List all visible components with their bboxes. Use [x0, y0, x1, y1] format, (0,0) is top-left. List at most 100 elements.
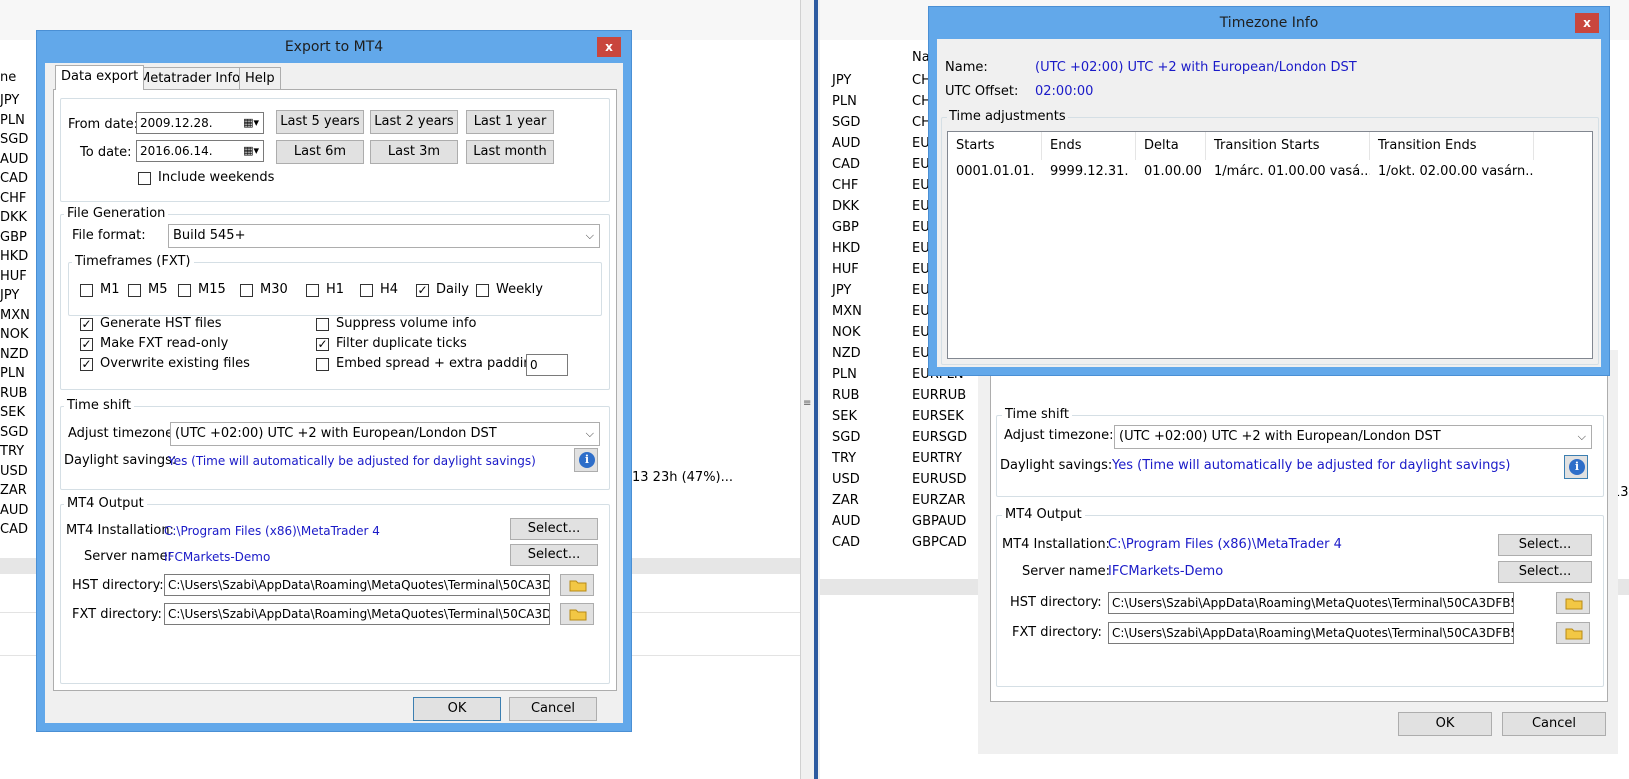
- left-list-row[interactable]: JPY: [0, 288, 19, 303]
- last-6m-button[interactable]: Last 6m: [276, 140, 364, 164]
- select-install-button[interactable]: Select...: [510, 518, 598, 540]
- right-list-symbol[interactable]: JPY: [832, 73, 851, 88]
- behind-adjust-tz-combo[interactable]: (UTC +02:00) UTC +2 with European/London…: [1114, 425, 1592, 449]
- right-list-symbol[interactable]: PLN: [832, 94, 857, 109]
- to-date-picker[interactable]: 2016.06.14. ▦▾: [136, 140, 264, 162]
- hst-browse-button[interactable]: [560, 574, 594, 596]
- right-list-symbol[interactable]: MXN: [832, 304, 862, 319]
- left-list-row[interactable]: PLN: [0, 113, 25, 128]
- right-list-name[interactable]: EURSGD: [912, 430, 967, 445]
- behind-fxt-input[interactable]: C:\Users\Szabi\AppData\Roaming\MetaQuote…: [1108, 622, 1514, 644]
- timezone-close-button[interactable]: x: [1575, 13, 1599, 33]
- padding-input[interactable]: 0: [526, 354, 568, 376]
- option-checkbox[interactable]: ✓: [80, 318, 93, 331]
- right-list-symbol[interactable]: ZAR: [832, 493, 859, 508]
- option-checkbox[interactable]: ✓: [80, 338, 93, 351]
- tz-col-starts[interactable]: Starts: [948, 132, 1042, 160]
- right-list-symbol[interactable]: PLN: [832, 367, 857, 382]
- last-month-button[interactable]: Last month: [466, 140, 554, 164]
- option-checkbox[interactable]: [316, 318, 329, 331]
- right-list-name[interactable]: EURRUB: [912, 388, 966, 403]
- file-format-combo[interactable]: Build 545+ ⌵: [168, 224, 600, 248]
- tz-row-transition-ends[interactable]: 1/okt. 02.00.00 vasárn...: [1370, 162, 1534, 182]
- right-list-symbol[interactable]: RUB: [832, 388, 859, 403]
- include-weekends-checkbox[interactable]: [138, 172, 151, 185]
- right-list-symbol[interactable]: CAD: [832, 535, 860, 550]
- right-list-symbol[interactable]: TRY: [832, 451, 856, 466]
- left-list-row[interactable]: TRY: [0, 444, 24, 459]
- behind-hst-browse-button[interactable]: [1556, 592, 1590, 614]
- right-list-symbol[interactable]: HUF: [832, 262, 859, 277]
- left-list-row[interactable]: USD: [0, 464, 28, 479]
- right-list-name[interactable]: GBPCAD: [912, 535, 967, 550]
- last-2-years-button[interactable]: Last 2 years: [370, 110, 458, 134]
- tab-metatrader-info[interactable]: Metatrader Info: [133, 67, 247, 90]
- right-list-symbol[interactable]: SEK: [832, 409, 857, 424]
- right-list-name[interactable]: EURZAR: [912, 493, 966, 508]
- right-list-name[interactable]: EURSEK: [912, 409, 964, 424]
- right-list-symbol[interactable]: SGD: [832, 430, 860, 445]
- right-list-symbol[interactable]: SGD: [832, 115, 860, 130]
- right-list-symbol[interactable]: NOK: [832, 325, 860, 340]
- behind-cancel-button[interactable]: Cancel: [1502, 712, 1606, 736]
- tz-col-delta[interactable]: Delta: [1136, 132, 1206, 160]
- behind-select-install-button[interactable]: Select...: [1498, 534, 1592, 556]
- left-list-row[interactable]: SEK: [0, 405, 25, 420]
- left-list-row[interactable]: NZD: [0, 347, 29, 362]
- hst-input[interactable]: C:\Users\Szabi\AppData\Roaming\MetaQuote…: [164, 574, 550, 596]
- export-close-button[interactable]: x: [597, 37, 621, 57]
- left-list-row[interactable]: SGD: [0, 132, 28, 147]
- right-list-symbol[interactable]: AUD: [832, 514, 860, 529]
- tz-row-transition-starts[interactable]: 1/márc. 01.00.00 vasá...: [1206, 162, 1370, 182]
- left-list-row[interactable]: GBP: [0, 230, 27, 245]
- right-list-symbol[interactable]: CAD: [832, 157, 860, 172]
- left-list-row[interactable]: HUF: [0, 269, 27, 284]
- timeframe-checkbox-m1[interactable]: [80, 284, 93, 297]
- timeframe-checkbox-daily[interactable]: ✓: [416, 284, 429, 297]
- left-list-row[interactable]: AUD: [0, 503, 28, 518]
- last-1-year-button[interactable]: Last 1 year: [466, 110, 554, 134]
- right-list-symbol[interactable]: USD: [832, 472, 860, 487]
- tab-data-export[interactable]: Data export: [55, 65, 145, 90]
- right-list-name[interactable]: EURUSD: [912, 472, 967, 487]
- timeframe-checkbox-m5[interactable]: [128, 284, 141, 297]
- timeframe-checkbox-h1[interactable]: [306, 284, 319, 297]
- right-list-name[interactable]: EURTRY: [912, 451, 962, 466]
- right-list-symbol[interactable]: DKK: [832, 199, 859, 214]
- left-list-row[interactable]: CHF: [0, 191, 26, 206]
- last-3m-button[interactable]: Last 3m: [370, 140, 458, 164]
- behind-hst-input[interactable]: C:\Users\Szabi\AppData\Roaming\MetaQuote…: [1108, 592, 1514, 614]
- left-list-row[interactable]: MXN: [0, 308, 30, 323]
- behind-fxt-browse-button[interactable]: [1556, 622, 1590, 644]
- behind-select-server-button[interactable]: Select...: [1498, 561, 1592, 583]
- timeframe-checkbox-weekly[interactable]: [476, 284, 489, 297]
- tz-row-starts[interactable]: 0001.01.01.: [948, 162, 1042, 182]
- tz-row-delta[interactable]: 01.00.00: [1136, 162, 1206, 182]
- right-list-name[interactable]: GBPAUD: [912, 514, 966, 529]
- tz-adjust-listview[interactable]: Starts Ends Delta Transition Starts Tran…: [947, 131, 1593, 359]
- right-list-symbol[interactable]: CHF: [832, 178, 858, 193]
- ok-button[interactable]: OK: [413, 697, 501, 721]
- left-list-row[interactable]: DKK: [0, 210, 27, 225]
- left-list-row[interactable]: NOK: [0, 327, 28, 342]
- right-list-symbol[interactable]: JPY: [832, 283, 851, 298]
- right-list-symbol[interactable]: NZD: [832, 346, 861, 361]
- fxt-input[interactable]: C:\Users\Szabi\AppData\Roaming\MetaQuote…: [164, 603, 550, 625]
- cancel-button[interactable]: Cancel: [509, 697, 597, 721]
- timeframe-checkbox-h4[interactable]: [360, 284, 373, 297]
- left-list-row[interactable]: SGD: [0, 425, 28, 440]
- fxt-browse-button[interactable]: [560, 603, 594, 625]
- tz-col-transition-starts[interactable]: Transition Starts: [1206, 132, 1370, 160]
- tz-row-ends[interactable]: 9999.12.31.: [1042, 162, 1136, 182]
- last-5-years-button[interactable]: Last 5 years: [276, 110, 364, 134]
- option-checkbox[interactable]: ✓: [80, 358, 93, 371]
- tz-col-ends[interactable]: Ends: [1042, 132, 1136, 160]
- left-list-row[interactable]: ZAR: [0, 483, 27, 498]
- timeframe-checkbox-m15[interactable]: [178, 284, 191, 297]
- right-list-symbol[interactable]: AUD: [832, 136, 860, 151]
- right-list-symbol[interactable]: GBP: [832, 220, 859, 235]
- right-list-symbol[interactable]: HKD: [832, 241, 860, 256]
- left-list-row[interactable]: HKD: [0, 249, 28, 264]
- dst-info-button[interactable]: i: [574, 448, 598, 472]
- option-checkbox[interactable]: [316, 358, 329, 371]
